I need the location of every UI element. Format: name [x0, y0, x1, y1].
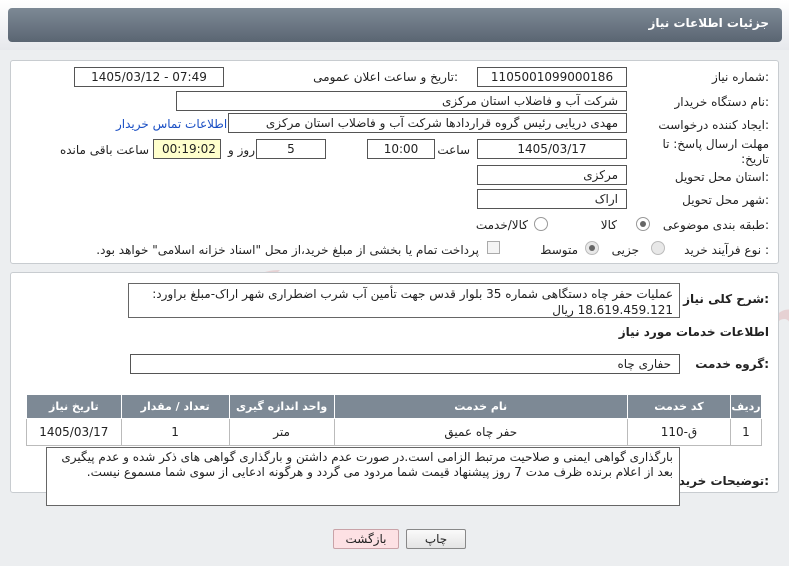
delivery-province-field: مرکزی — [477, 165, 627, 185]
table-row: 1405/03/17 1 متر حفر چاه عمیق ق-110 1 — [26, 418, 762, 446]
category-label: طبقه بندی موضوعی: — [662, 218, 769, 232]
days-label: روز و — [228, 143, 255, 157]
col-header-need-date: تاریخ نیاز — [26, 394, 122, 419]
buyer-contact-link[interactable]: اطلاعات تماس خریدار — [116, 117, 227, 131]
announce-datetime-label: تاریخ و ساعت اعلان عمومی: — [313, 70, 458, 84]
services-section-title: اطلاعات خدمات مورد نیاز — [618, 325, 769, 339]
purchase-minor-radio[interactable] — [651, 241, 665, 255]
summary-label: شرح کلی نیاز: — [683, 292, 769, 306]
col-header-row: ردیف — [730, 394, 762, 419]
category-goods-service-radio[interactable] — [534, 217, 548, 231]
services-table-header: تاریخ نیاز تعداد / مقدار واحد اندازه گیر… — [26, 394, 762, 419]
category-goods-radio[interactable] — [636, 217, 650, 231]
deadline-label: مهلت ارسال پاسخ: تا تاریخ: — [662, 137, 769, 166]
remaining-time-field: 00:19:02 — [153, 139, 221, 159]
request-creator-field: مهدی دریایی رئیس گروه قراردادها شرکت آب … — [228, 113, 627, 133]
buyer-notes-label: توضیحات خریدار: — [667, 474, 769, 488]
cell-quantity: 1 — [120, 418, 230, 446]
buyer-notes-textarea: بارگذاری گواهی ایمنی و صلاحیت مرتبط الزا… — [46, 447, 680, 506]
days-remaining-field: 5 — [256, 139, 326, 159]
deadline-date-field: 1405/03/17 — [477, 139, 627, 159]
treasury-checkbox[interactable] — [487, 241, 500, 254]
cell-unit: متر — [228, 418, 335, 446]
treasury-note: پرداخت تمام یا بخشی از مبلغ خرید،از محل … — [96, 243, 479, 257]
purchase-medium-label: متوسط — [540, 243, 578, 257]
delivery-province-label: استان محل تحویل: — [674, 170, 769, 184]
delivery-city-field: اراک — [477, 189, 627, 209]
need-number-field: 1105001099000186 — [477, 67, 627, 87]
purchase-minor-label: جزیی — [611, 243, 639, 257]
delivery-city-label: شهر محل تحویل: — [682, 193, 769, 207]
remaining-time-label: ساعت باقی مانده — [59, 143, 149, 157]
col-header-service-code: کد خدمت — [626, 394, 732, 419]
col-header-service-name: نام خدمت — [333, 394, 628, 419]
page-title: جزئیات اطلاعات نیاز — [648, 16, 769, 30]
deadline-time-field: 10:00 — [367, 139, 435, 159]
category-goods-service-label: کالا/خدمت — [475, 218, 528, 232]
deadline-time-label: ساعت — [437, 143, 470, 157]
purchase-medium-radio[interactable] — [585, 241, 599, 255]
cell-service-name: حفر چاه عمیق — [333, 418, 628, 446]
cell-service-code: ق-110 — [626, 418, 732, 446]
purchase-type-label: نوع فرآیند خرید : — [684, 243, 769, 257]
request-creator-label: ایجاد کننده درخواست: — [658, 118, 769, 132]
services-table-wrap: تاریخ نیاز تعداد / مقدار واحد اندازه گیر… — [26, 394, 762, 446]
services-table: تاریخ نیاز تعداد / مقدار واحد اندازه گیر… — [26, 394, 762, 446]
buyer-org-field: شرکت آب و فاضلاب استان مرکزی — [176, 91, 627, 111]
back-button[interactable]: بازگشت — [333, 529, 399, 549]
category-goods-label: کالا — [600, 218, 617, 232]
col-header-quantity: تعداد / مقدار — [120, 394, 230, 419]
cell-need-date: 1405/03/17 — [26, 418, 122, 446]
col-header-unit: واحد اندازه گیری — [228, 394, 335, 419]
need-number-label: شماره نیاز: — [711, 70, 769, 84]
cell-row-index: 1 — [730, 418, 762, 446]
summary-textarea: عملیات حفر چاه دستگاهی شماره 35 بلوار قد… — [128, 283, 680, 318]
print-button[interactable]: چاپ — [406, 529, 466, 549]
buyer-org-label: نام دستگاه خریدار: — [674, 95, 770, 109]
announce-datetime-field: 1405/03/12 - 07:49 — [74, 67, 224, 87]
service-group-field: حفاری چاه — [130, 354, 680, 374]
service-group-label: گروه خدمت: — [695, 357, 769, 371]
